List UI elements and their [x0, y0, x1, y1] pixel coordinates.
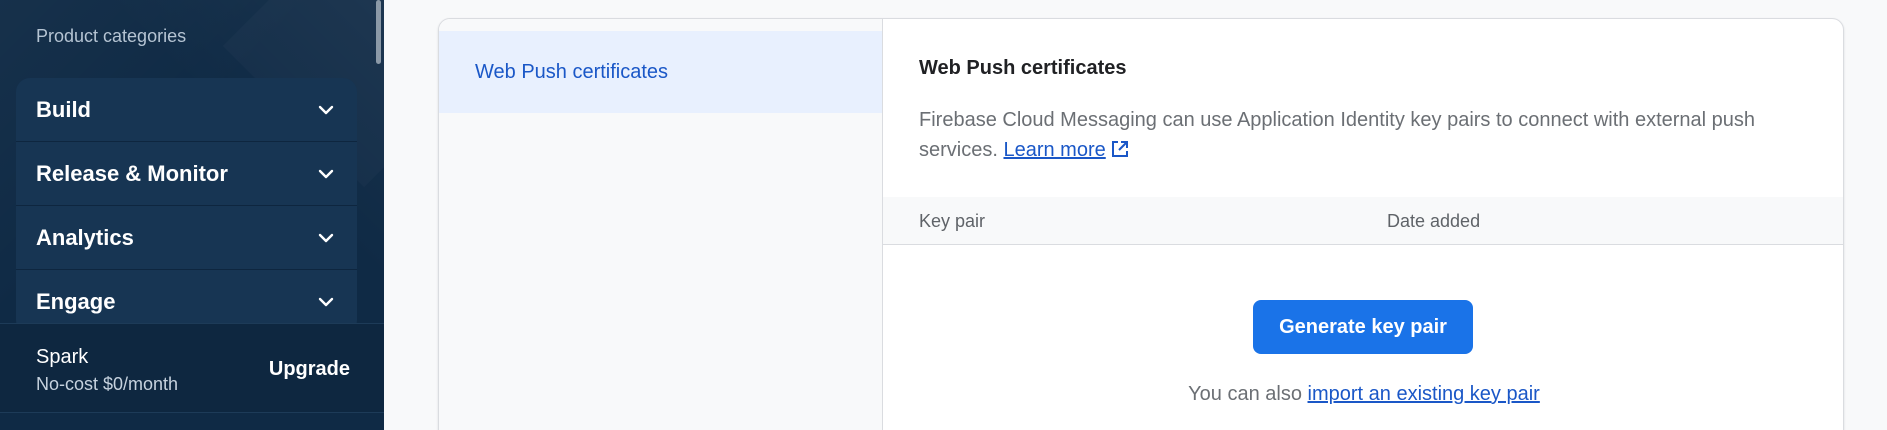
- category-label: Engage: [36, 289, 116, 314]
- learn-more-link[interactable]: Learn more: [1003, 139, 1129, 161]
- import-key-pair-link[interactable]: import an existing key pair: [1308, 383, 1540, 405]
- plan-subtitle: No-cost $0/month: [36, 374, 179, 394]
- section-description: Firebase Cloud Messaging can use Applica…: [919, 105, 1799, 168]
- sidebar-scrollbar[interactable]: [376, 0, 381, 64]
- web-push-panel: Web Push certificates Firebase Cloud Mes…: [883, 19, 1843, 430]
- plan-name: Spark: [36, 346, 89, 368]
- category-release-monitor[interactable]: Release & Monitor: [16, 142, 357, 206]
- sidebar-heading: Product categories: [36, 26, 187, 46]
- category-build[interactable]: Build: [16, 78, 357, 142]
- settings-card: Web Push certificates Web Push certifica…: [438, 18, 1844, 430]
- key-pair-table-header: Key pair Date added: [883, 197, 1843, 245]
- chevron-down-icon: [315, 291, 337, 313]
- external-link-icon: [1110, 138, 1130, 168]
- generate-key-pair-button[interactable]: Generate key pair: [1253, 300, 1473, 354]
- section-title: Web Push certificates: [919, 57, 1127, 79]
- category-list: Build Release & Monitor Analytics Engage: [16, 78, 357, 334]
- chevron-down-icon: [315, 227, 337, 249]
- chevron-down-icon: [315, 99, 337, 121]
- chevron-down-icon: [315, 163, 337, 185]
- plan-bar: Spark No-cost $0/month Upgrade: [0, 323, 384, 413]
- import-prefix: You can also: [1188, 383, 1302, 405]
- nav-item-web-push-certificates[interactable]: Web Push certificates: [439, 31, 882, 113]
- category-analytics[interactable]: Analytics: [16, 206, 357, 270]
- column-header-date-added: Date added: [1387, 211, 1481, 231]
- upgrade-button[interactable]: Upgrade: [269, 358, 350, 381]
- column-header-key-pair: Key pair: [919, 211, 986, 231]
- learn-more-label: Learn more: [1003, 139, 1106, 161]
- category-label: Release & Monitor: [36, 160, 228, 186]
- category-label: Build: [36, 96, 91, 122]
- category-label: Analytics: [36, 224, 134, 250]
- import-key-pair-line: You can also import an existing key pair: [883, 383, 1843, 406]
- settings-nav: Web Push certificates: [439, 19, 883, 430]
- product-sidebar: Product categories Build Release & Monit…: [0, 0, 384, 430]
